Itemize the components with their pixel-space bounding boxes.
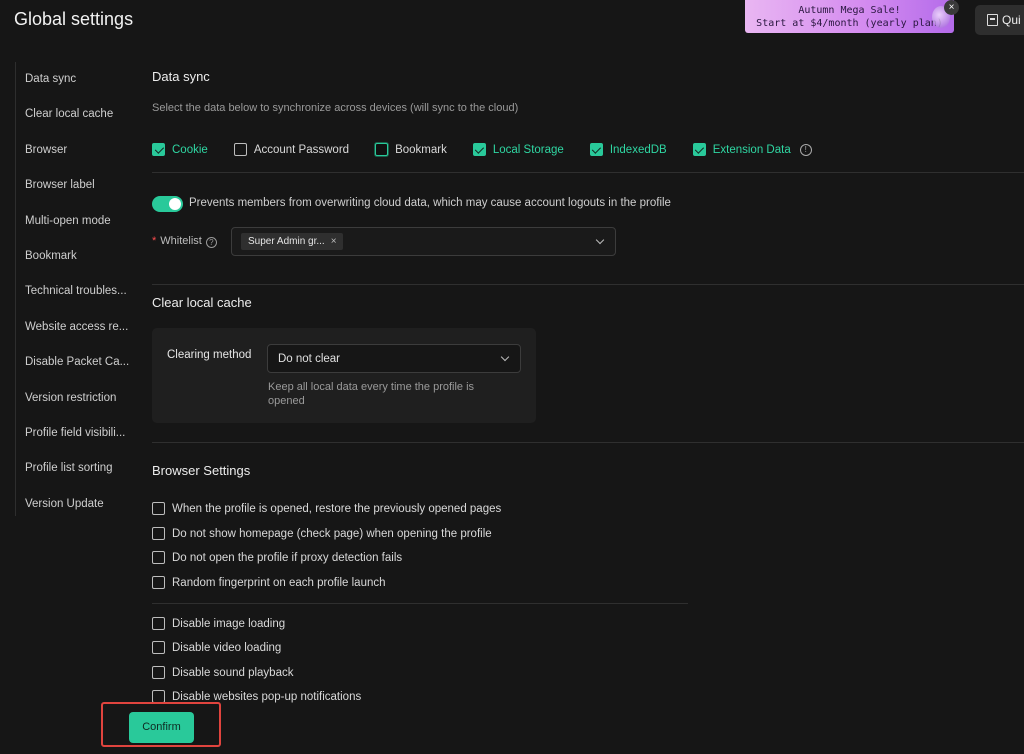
setting-disable-sound[interactable]: Disable sound playback xyxy=(152,666,293,679)
confirm-button[interactable]: Confirm xyxy=(129,712,194,743)
sidebar-item-version-update[interactable]: Version Update xyxy=(16,487,131,522)
required-marker: * xyxy=(152,235,157,247)
tag-close-icon[interactable]: × xyxy=(331,236,337,247)
sidebar-item-browser[interactable]: Browser xyxy=(16,133,131,168)
checkbox-disable-images[interactable] xyxy=(152,617,165,630)
chevron-down-icon xyxy=(500,352,510,362)
setting-label: Disable video loading xyxy=(172,641,282,654)
sidebar-item-profile-list-sorting[interactable]: Profile list sorting xyxy=(16,451,131,486)
setting-label: Do not show homepage (check page) when o… xyxy=(172,527,492,540)
setting-label: Disable sound playback xyxy=(172,666,294,679)
sync-option-label: Local Storage xyxy=(492,143,564,156)
sync-option-bookmark[interactable]: Bookmark xyxy=(375,143,447,156)
whitelist-tag: Super Admin gr... × xyxy=(241,233,343,250)
setting-hide-homepage[interactable]: Do not show homepage (check page) when o… xyxy=(152,527,492,540)
sync-option-account-password[interactable]: Account Password xyxy=(233,143,350,156)
sidebar-item-clear-local-cache[interactable]: Clear local cache xyxy=(16,97,131,132)
whitelist-label: * Whitelist? xyxy=(152,235,217,248)
sidebar-item-data-sync[interactable]: Data sync xyxy=(16,62,131,97)
checkbox-restore-pages[interactable] xyxy=(152,502,165,515)
setting-proxy-detection[interactable]: Do not open the profile if proxy detecti… xyxy=(152,551,402,564)
sync-option-local-storage[interactable]: Local Storage xyxy=(472,143,564,156)
clear-cache-panel: Clearing method Do not clear Keep all lo… xyxy=(152,328,536,423)
setting-label: Random fingerprint on each profile launc… xyxy=(172,576,386,589)
checkbox-disable-sound[interactable] xyxy=(152,666,165,679)
checkbox-proxy-detection[interactable] xyxy=(152,551,165,564)
data-sync-title: Data sync xyxy=(152,69,210,84)
overwrite-protection-toggle[interactable] xyxy=(152,196,183,212)
divider xyxy=(152,603,688,604)
checkbox-account-password[interactable] xyxy=(233,143,247,156)
whitelist-select[interactable]: Super Admin gr... × xyxy=(231,227,616,256)
sidebar-nav: Data sync Clear local cache Browser Brow… xyxy=(15,62,131,516)
browser-settings-title: Browser Settings xyxy=(152,463,251,478)
sync-option-label: Bookmark xyxy=(395,143,447,156)
setting-label: Do not open the profile if proxy detecti… xyxy=(172,551,403,564)
settings-content: Data sync Select the data below to synch… xyxy=(152,0,1024,754)
sidebar-item-browser-label[interactable]: Browser label xyxy=(16,168,131,203)
overwrite-protection-label: Prevents members from overwriting cloud … xyxy=(189,197,671,209)
sidebar-item-bookmark[interactable]: Bookmark xyxy=(16,239,131,274)
info-icon[interactable]: ! xyxy=(799,143,812,156)
sync-option-label: Extension Data xyxy=(712,143,791,156)
setting-label: When the profile is opened, restore the … xyxy=(172,502,502,515)
divider xyxy=(152,442,1024,443)
sidebar-item-profile-field-visibility[interactable]: Profile field visibili... xyxy=(16,416,131,451)
clearing-method-hint: Keep all local data every time the profi… xyxy=(268,381,475,407)
sync-option-label: Account Password xyxy=(253,143,350,156)
clearing-method-value: Do not clear xyxy=(278,353,341,365)
sidebar-item-version-restriction[interactable]: Version restriction xyxy=(16,381,131,416)
setting-label: Disable image loading xyxy=(172,617,286,630)
checkbox-hide-homepage[interactable] xyxy=(152,527,165,540)
help-icon[interactable]: ? xyxy=(205,237,217,248)
sync-options: Cookie Account Password Bookmark Local S… xyxy=(152,143,812,156)
sync-option-label: Cookie xyxy=(172,143,208,156)
clearing-method-label: Clearing method xyxy=(167,349,252,361)
divider xyxy=(152,172,1024,173)
sync-option-extension-data[interactable]: Extension Data ! xyxy=(692,143,812,156)
checkbox-cookie[interactable] xyxy=(152,143,165,156)
setting-label: Disable websites pop-up notifications xyxy=(172,690,362,703)
checkbox-local-storage[interactable] xyxy=(472,143,486,156)
checkbox-bookmark[interactable] xyxy=(375,143,389,156)
sidebar-item-disable-packet-capture[interactable]: Disable Packet Ca... xyxy=(16,345,131,380)
setting-restore-pages[interactable]: When the profile is opened, restore the … xyxy=(152,502,501,515)
checkbox-disable-video[interactable] xyxy=(152,641,165,654)
sync-option-label: IndexedDB xyxy=(609,143,667,156)
whitelist-tag-label: Super Admin gr... xyxy=(248,236,325,247)
sidebar-item-technical-troubleshooting[interactable]: Technical troubles... xyxy=(16,274,131,309)
setting-disable-images[interactable]: Disable image loading xyxy=(152,617,285,630)
clear-cache-title: Clear local cache xyxy=(152,295,252,310)
setting-disable-video[interactable]: Disable video loading xyxy=(152,641,281,654)
clearing-method-select[interactable]: Do not clear xyxy=(267,344,521,373)
data-sync-description: Select the data below to synchronize acr… xyxy=(152,102,519,114)
sidebar-item-website-access[interactable]: Website access re... xyxy=(16,310,131,345)
checkbox-random-fingerprint[interactable] xyxy=(152,576,165,589)
chevron-down-icon xyxy=(595,235,605,245)
sync-option-indexeddb[interactable]: IndexedDB xyxy=(589,143,667,156)
setting-random-fingerprint[interactable]: Random fingerprint on each profile launc… xyxy=(152,576,386,589)
page-title: Global settings xyxy=(14,9,134,29)
checkbox-extension-data[interactable] xyxy=(692,143,706,156)
sidebar-item-multi-open-mode[interactable]: Multi-open mode xyxy=(16,204,131,239)
whitelist-label-text: Whitelist xyxy=(160,235,202,247)
checkbox-indexeddb[interactable] xyxy=(589,143,603,156)
sync-option-cookie[interactable]: Cookie xyxy=(152,143,208,156)
divider xyxy=(152,284,1024,285)
